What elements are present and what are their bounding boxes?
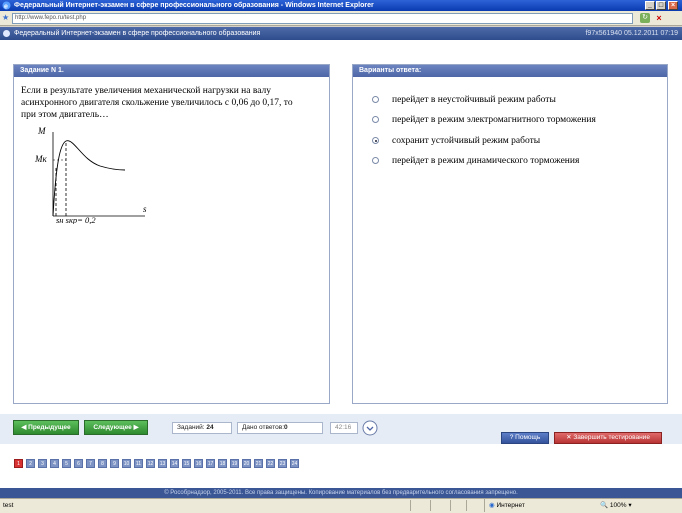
page-number-3[interactable]: 3 bbox=[38, 459, 47, 468]
torque-curve bbox=[52, 140, 126, 217]
answered-label: Дано ответов: bbox=[242, 424, 285, 431]
minimize-button[interactable]: _ bbox=[645, 1, 655, 10]
page-number-5[interactable]: 5 bbox=[62, 459, 71, 468]
answer-label: перейдет в режим динамического торможени… bbox=[392, 156, 580, 166]
arrow-right-icon: ▶ bbox=[131, 424, 139, 431]
question-text: Если в результате увеличения механическо… bbox=[21, 86, 293, 120]
page-number-23[interactable]: 23 bbox=[278, 459, 287, 468]
page-number-12[interactable]: 12 bbox=[146, 459, 155, 468]
radio-button-selected[interactable] bbox=[372, 137, 379, 144]
page-number-2[interactable]: 2 bbox=[26, 459, 35, 468]
x-axis-label: s bbox=[143, 204, 147, 214]
window-title: Федеральный Интернет-экзамен в сфере про… bbox=[14, 2, 374, 9]
footer-copyright: © Рособрнадзор, 2005-2011. Все права защ… bbox=[0, 488, 682, 498]
maximize-button[interactable]: □ bbox=[656, 1, 666, 10]
previous-button[interactable]: ◀ Предыдущее bbox=[13, 420, 79, 435]
svg-text:e: e bbox=[4, 4, 8, 11]
answer-option-3[interactable]: сохранит устойчивый режим работы bbox=[372, 135, 662, 147]
page-number-6[interactable]: 6 bbox=[74, 459, 83, 468]
mk-label: Mк bbox=[34, 154, 47, 164]
answer-label: сохранит устойчивый режим работы bbox=[392, 136, 541, 146]
next-label: Следующее bbox=[93, 424, 132, 431]
x-labels: sн sкр= 0,2 bbox=[56, 215, 96, 224]
page-title: Федеральный Интернет-экзамен в сфере про… bbox=[14, 30, 261, 37]
status-bar: test ◉ Интернет 🔍 100% ▾ bbox=[0, 498, 682, 513]
finish-test-button[interactable]: ✕ Завершить тестирование bbox=[554, 432, 662, 444]
address-bar: ★ http://www.fepo.ru/test.php ↻ × bbox=[0, 11, 682, 26]
next-button[interactable]: Следующее ▶ bbox=[84, 420, 148, 435]
page-number-10[interactable]: 10 bbox=[122, 459, 131, 468]
status-text: test bbox=[3, 502, 14, 509]
page-number-21[interactable]: 21 bbox=[254, 459, 263, 468]
answer-option-2[interactable]: перейдет в режим электромагнитного тормо… bbox=[372, 114, 662, 126]
close-window-button[interactable]: × bbox=[668, 1, 678, 10]
page-number-9[interactable]: 9 bbox=[110, 459, 119, 468]
page-number-17[interactable]: 17 bbox=[206, 459, 215, 468]
favorites-icon[interactable]: ★ bbox=[2, 13, 9, 23]
page-number-14[interactable]: 14 bbox=[170, 459, 179, 468]
page-number-4[interactable]: 4 bbox=[50, 459, 59, 468]
radio-button[interactable] bbox=[372, 157, 379, 164]
page-number-16[interactable]: 16 bbox=[194, 459, 203, 468]
window-title-bar: e Федеральный Интернет-экзамен в сфере п… bbox=[0, 0, 682, 11]
radio-button[interactable] bbox=[372, 96, 379, 103]
stop-icon[interactable]: × bbox=[654, 13, 664, 23]
page-number-7[interactable]: 7 bbox=[86, 459, 95, 468]
answered-count: Дано ответов:0 bbox=[237, 422, 323, 434]
timer: 42:16 bbox=[330, 422, 358, 434]
answered-value: 0 bbox=[284, 424, 288, 431]
url-field[interactable]: http://www.fepo.ru/test.php bbox=[12, 13, 633, 24]
answer-option-1[interactable]: перейдет в неустойчивый режим работы bbox=[372, 94, 662, 106]
chevron-down-icon[interactable] bbox=[362, 420, 378, 436]
help-label: Помощь bbox=[515, 434, 541, 441]
tasks-value: 24 bbox=[206, 424, 214, 431]
page-number-8[interactable]: 8 bbox=[98, 459, 107, 468]
answers-header: Варианты ответа: bbox=[353, 65, 667, 77]
page-number-15[interactable]: 15 bbox=[182, 459, 191, 468]
page-number-24[interactable]: 24 bbox=[290, 459, 299, 468]
help-button[interactable]: ? Помощь bbox=[501, 432, 549, 444]
refresh-icon[interactable]: ↻ bbox=[640, 13, 650, 23]
page-number-13[interactable]: 13 bbox=[158, 459, 167, 468]
radio-button[interactable] bbox=[372, 116, 379, 123]
page-number-18[interactable]: 18 bbox=[218, 459, 227, 468]
question-header: Задание N 1. bbox=[14, 65, 329, 77]
zone-label: Интернет bbox=[496, 502, 525, 509]
answer-label: перейдет в режим электромагнитного тормо… bbox=[392, 115, 596, 125]
zoom-value: 100% bbox=[609, 502, 627, 509]
status-cell bbox=[430, 500, 449, 511]
zoom-icon: 🔍 bbox=[600, 502, 610, 509]
torque-slip-figure: M Mк s sн sкр= 0,2 bbox=[34, 126, 147, 224]
page-header: Федеральный Интернет-экзамен в сфере про… bbox=[0, 27, 682, 40]
answer-label: перейдет в неустойчивый режим работы bbox=[392, 95, 556, 105]
security-zone: ◉ Интернет bbox=[484, 499, 561, 512]
page-number-20[interactable]: 20 bbox=[242, 459, 251, 468]
answer-option-4[interactable]: перейдет в режим динамического торможени… bbox=[372, 155, 662, 167]
page-number-11[interactable]: 11 bbox=[134, 459, 143, 468]
page-number-1[interactable]: 1 bbox=[14, 459, 23, 468]
page-number-22[interactable]: 22 bbox=[266, 459, 275, 468]
status-cell bbox=[410, 500, 429, 511]
tasks-label: Заданий: bbox=[177, 424, 205, 431]
y-axis-label: M bbox=[37, 126, 46, 136]
ie-icon: e bbox=[2, 1, 11, 10]
page-number-19[interactable]: 19 bbox=[230, 459, 239, 468]
previous-label: Предыдущее bbox=[28, 424, 71, 431]
logo-icon bbox=[3, 30, 10, 37]
zoom-control[interactable]: 🔍 100% ▾ bbox=[600, 499, 670, 512]
status-cell bbox=[466, 500, 485, 511]
tasks-count: Заданий: 24 bbox=[172, 422, 232, 434]
finish-label: Завершить тестирование bbox=[573, 434, 650, 441]
session-info: f97x561940 05.12.2011 07:19 bbox=[585, 30, 678, 37]
